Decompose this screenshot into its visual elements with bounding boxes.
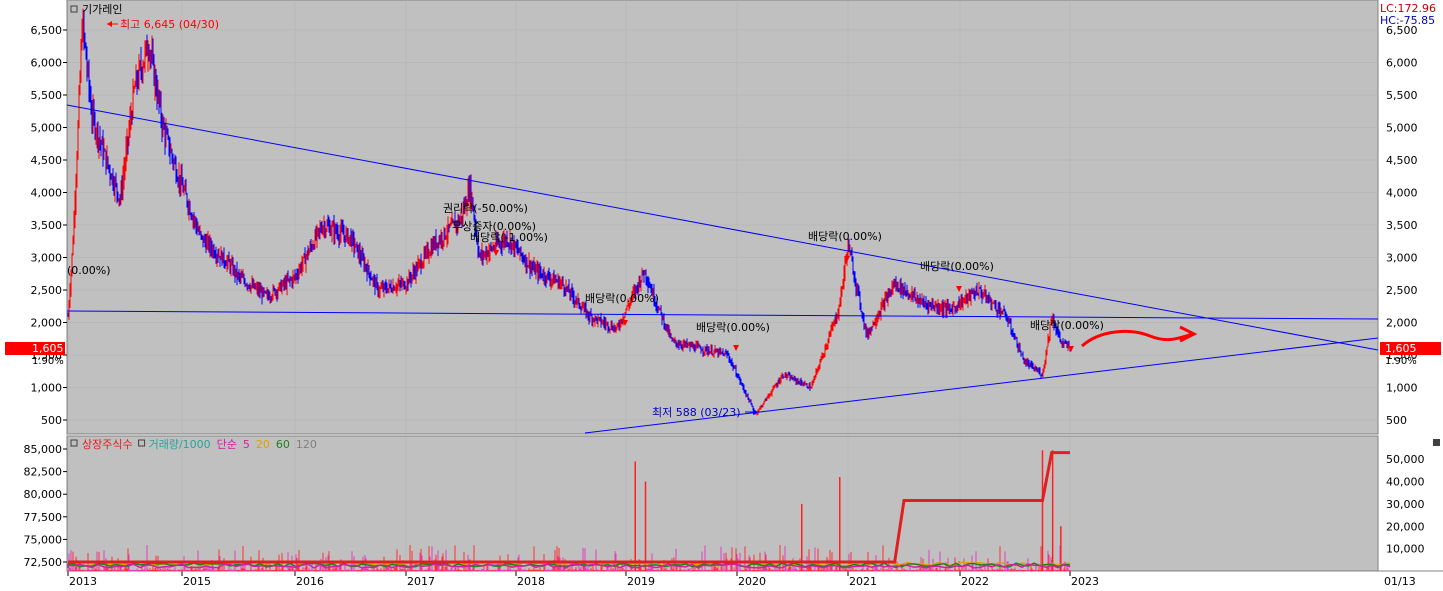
x-tick-label: 2013 xyxy=(69,575,97,588)
y-tick-label: 2,500 xyxy=(1386,284,1418,297)
y-tick-label: 6,000 xyxy=(31,57,63,70)
y-tick-label: 3,500 xyxy=(31,219,63,232)
volume-left-tick-label: 82,500 xyxy=(24,466,63,479)
current-price-left: 1,605 xyxy=(32,342,64,355)
volume-left-tick-label: 72,500 xyxy=(24,556,63,569)
x-tick-label: 2019 xyxy=(627,575,655,588)
y-tick-label: 3,500 xyxy=(1386,219,1418,232)
y-tick-label: 5,500 xyxy=(1386,89,1418,102)
event-label: 배당락(-1.00%) xyxy=(470,231,548,244)
volume-right-tick-label: 30,000 xyxy=(1386,498,1425,511)
legend-item: 상장주식수 xyxy=(82,438,133,451)
stock-chart[interactable]: 6,500 6,000 5,500 5,000 4,500 4,000 3,500 3,000… xyxy=(0,0,1443,591)
x-tick-label: 2020 xyxy=(738,575,766,588)
panel-close-icon[interactable] xyxy=(1433,439,1440,446)
volume-left-tick-label: 85,000 xyxy=(24,443,63,456)
legend-item: 120 xyxy=(296,438,317,451)
current-pct-right: 1.90% xyxy=(1385,356,1417,367)
x-tick-label: 2018 xyxy=(517,575,545,588)
y-tick-label: 4,000 xyxy=(1386,187,1418,200)
y-tick-label: 3,000 xyxy=(1386,252,1418,265)
left-annotation: (0.00%) xyxy=(67,264,111,277)
y-tick-label: 6,500 xyxy=(31,24,63,37)
stock-title: 기가레인 xyxy=(82,3,122,16)
y-tick-label: 5,000 xyxy=(31,122,63,135)
x-tick-label: 2015 xyxy=(183,575,211,588)
volume-left-tick-label: 80,000 xyxy=(24,488,63,501)
x-tick-label: 2023 xyxy=(1071,575,1099,588)
current-pct-left: 1.90% xyxy=(32,356,64,367)
y-tick-label: 4,500 xyxy=(31,154,63,167)
y-tick-label: 3,000 xyxy=(31,252,63,265)
volume-right-tick-label: 40,000 xyxy=(1386,476,1425,489)
x-axis-right-label: 01/13 xyxy=(1384,575,1416,588)
x-tick-label: 2017 xyxy=(407,575,435,588)
y-tick-label: 4,500 xyxy=(1386,154,1418,167)
x-tick-label: 2021 xyxy=(849,575,877,588)
y-tick-label: 5,500 xyxy=(31,89,63,102)
y-tick-label: 2,500 xyxy=(31,284,63,297)
volume-left-tick-label: 75,000 xyxy=(24,533,63,546)
hc-label: HC:-75.85 xyxy=(1380,14,1435,27)
event-label: 배당락(0.00%) xyxy=(920,260,994,273)
high-annotation: 최고 6,645 (04/30) xyxy=(107,18,219,31)
y-tick-label: 500 xyxy=(1386,414,1407,427)
volume-left-tick-label: 77,500 xyxy=(24,511,63,524)
legend-item: 5 xyxy=(243,438,250,451)
volume-right-tick-label: 50,000 xyxy=(1386,453,1425,466)
y-tick-label: 2,000 xyxy=(31,317,63,330)
y-tick-label: 2,000 xyxy=(1386,317,1418,330)
y-tick-label: 4,000 xyxy=(31,187,63,200)
volume-legend: 상장주식수 거래량/1000 단순 5 20 60 120 xyxy=(70,438,317,451)
current-price-right: 1,605 xyxy=(1385,342,1417,355)
x-tick-label: 2022 xyxy=(961,575,989,588)
event-label: 권리락(-50.00%) xyxy=(443,202,528,215)
y-tick-label: 500 xyxy=(41,414,62,427)
legend-item: 거래량/1000 xyxy=(149,438,211,451)
event-label: 배당락(0.00%) xyxy=(696,321,770,334)
y-tick-label: 1,000 xyxy=(1386,382,1418,395)
event-label: 배당락(0.00%) xyxy=(1030,319,1104,332)
legend-item: 20 xyxy=(256,438,270,451)
y-tick-label: 1,000 xyxy=(31,382,63,395)
x-tick-label: 2016 xyxy=(296,575,324,588)
volume-right-tick-label: 20,000 xyxy=(1386,520,1425,533)
legend-item: 60 xyxy=(276,438,290,451)
price-plot-area[interactable] xyxy=(66,0,1379,435)
event-label: 배당락(0.00%) xyxy=(808,230,882,243)
svg-text:최저 588 (03/23): 최저 588 (03/23) xyxy=(652,406,741,419)
y-tick-label: 6,000 xyxy=(1386,57,1418,70)
volume-right-tick-label: 10,000 xyxy=(1386,543,1425,556)
svg-text:최고 6,645 (04/30): 최고 6,645 (04/30) xyxy=(120,18,219,31)
volume-plot-area[interactable] xyxy=(66,435,1379,572)
y-tick-label: 5,000 xyxy=(1386,122,1418,135)
event-label: 배당락(0.00%) xyxy=(585,292,659,305)
legend-item: 단순 xyxy=(217,438,237,451)
